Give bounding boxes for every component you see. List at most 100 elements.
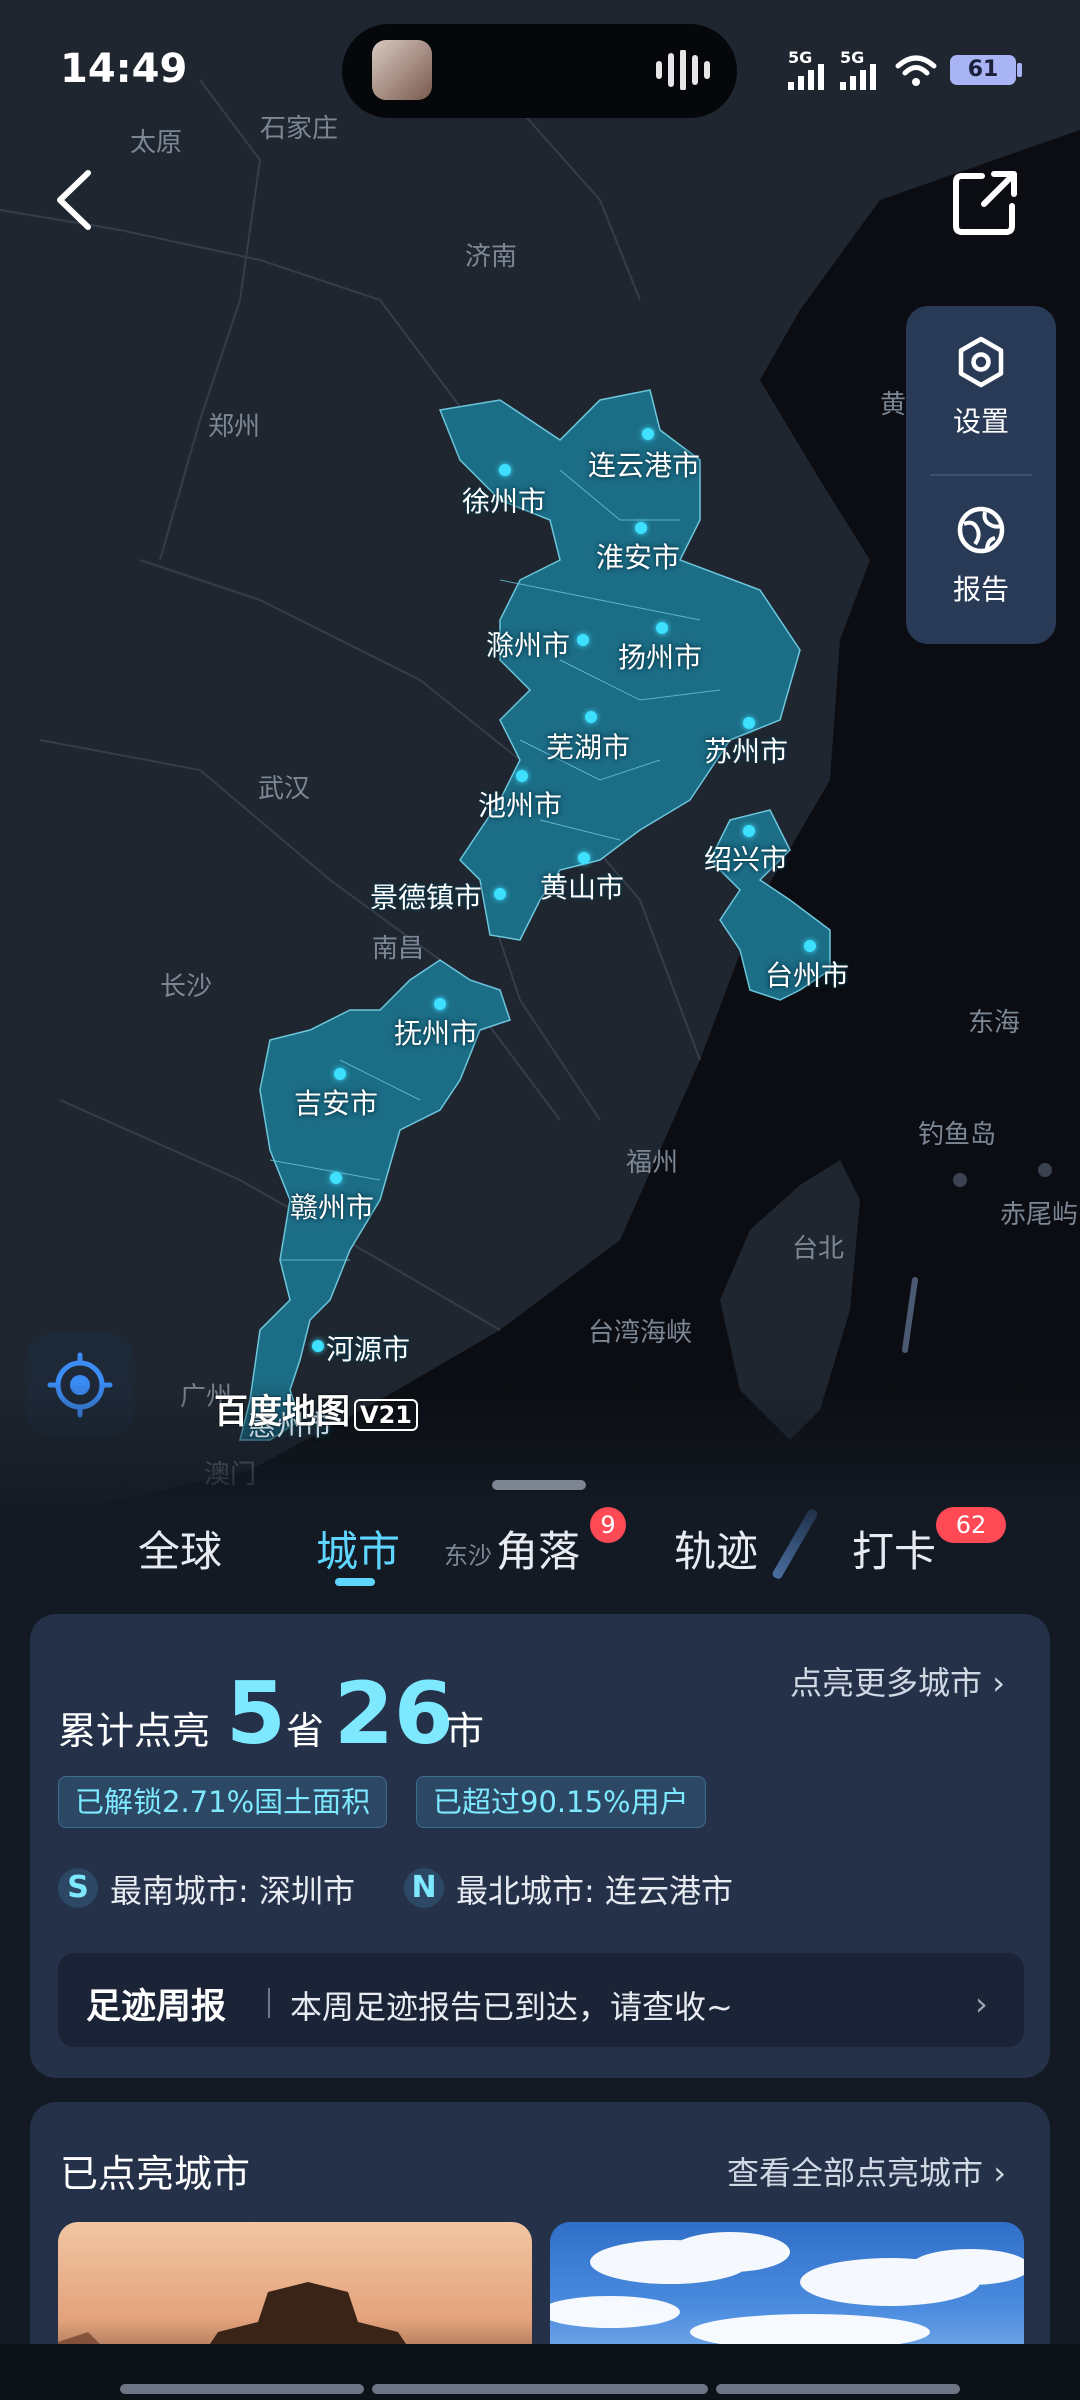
city-dot [434, 998, 446, 1010]
city-label-chuzhou[interactable]: 滁州市 [486, 624, 570, 664]
nav-pill-center[interactable] [372, 2384, 708, 2394]
logo-version: V21 [354, 1399, 418, 1431]
northernmost-city: 最北城市: 连云港市 [456, 1872, 733, 1910]
music-thumbnail[interactable] [372, 40, 432, 100]
view-all-label: 查看全部点亮城市 [727, 2154, 984, 2192]
weekly-divider [268, 1988, 270, 2018]
city-unit: 市 [446, 1709, 485, 1753]
weekly-report-title: 足迹周报 [86, 1987, 227, 2027]
tab-active-indicator [335, 1578, 375, 1586]
map-label-east-sea: 东海 [968, 1008, 1021, 1038]
light-more-cities-link[interactable]: 点亮更多城市 › [790, 1658, 1005, 1704]
tab-checkin[interactable]: 打卡 [852, 1518, 936, 1579]
city-dot [330, 1172, 342, 1184]
map-label-jinan: 济南 [465, 242, 518, 272]
map-canvas [0, 0, 1080, 1560]
map-label-wuhan: 武汉 [258, 774, 311, 804]
map-label-nanchang: 南昌 [372, 934, 425, 964]
report-button[interactable]: 报告 [906, 504, 1056, 608]
city-label-yangzhou[interactable]: 扬州市 [618, 636, 702, 676]
map-label-shijiazhuang: 石家庄 [260, 114, 339, 144]
chevron-right-icon: › [975, 1985, 988, 2023]
city-dot [312, 1340, 324, 1352]
southernmost-city: 最南城市: 深圳市 [110, 1872, 355, 1910]
city-label-heyuan[interactable]: 河源市 [326, 1328, 410, 1368]
map-label-taiwan-strait: 台湾海峡 [588, 1318, 693, 1348]
report-label: 报告 [952, 573, 1009, 606]
chevron-right-icon: › [982, 1664, 1005, 1702]
city-label-jingdezhen[interactable]: 景德镇市 [370, 876, 482, 916]
baidu-map-logo: 百度地图 V21 [214, 1384, 418, 1433]
city-label-jian[interactable]: 吉安市 [294, 1082, 378, 1122]
lit-cities-title: 已点亮城市 [60, 2152, 251, 2196]
city-dot [516, 770, 528, 782]
light-more-cities-label: 点亮更多城市 [790, 1664, 983, 1702]
lit-count-label: 累计点亮 [58, 1709, 211, 1753]
settings-icon [958, 336, 1004, 388]
side-panel: 设置 报告 [906, 306, 1056, 644]
city-label-shaoxing[interactable]: 绍兴市 [704, 838, 788, 878]
nav-pill-right[interactable] [716, 2384, 960, 2394]
back-icon[interactable] [50, 165, 100, 235]
tab-corner[interactable]: 角落 [496, 1518, 580, 1579]
city-label-wuhu[interactable]: 芜湖市 [546, 726, 630, 766]
drawer-handle[interactable] [492, 1480, 586, 1490]
tab-corner-badge: 9 [590, 1507, 626, 1543]
north-icon: N [404, 1868, 444, 1908]
city-dot [494, 888, 506, 900]
city-label-huangshan[interactable]: 黄山市 [540, 866, 624, 906]
city-dot [642, 428, 654, 440]
map-label-huang: 黄 [880, 390, 907, 420]
settings-button[interactable]: 设置 [906, 336, 1056, 440]
city-label-xuzhou[interactable]: 徐州市 [462, 480, 546, 520]
tab-track[interactable]: 轨迹 [674, 1518, 758, 1579]
city-label-lianyungang[interactable]: 连云港市 [588, 444, 700, 484]
chevron-right-icon: › [983, 2154, 1006, 2192]
signal-2-icon [840, 64, 876, 90]
city-dot [743, 717, 755, 729]
city-label-chizhou[interactable]: 池州市 [478, 784, 562, 824]
city-label-suzhou[interactable]: 苏州市 [704, 730, 788, 770]
status-time: 14:49 [60, 46, 188, 92]
map-label-diaoyu-island: 钓鱼岛 [918, 1120, 997, 1150]
city-dot [804, 940, 816, 952]
wifi-icon [895, 55, 937, 86]
settings-label: 设置 [952, 405, 1009, 438]
city-count: 26 [334, 1664, 454, 1764]
city-dot [743, 825, 755, 837]
city-label-taizhou[interactable]: 台州市 [765, 954, 849, 994]
map-label-chiwei-island: 赤尾屿 [1000, 1200, 1079, 1230]
signal-1-icon [788, 64, 824, 90]
nav-pill-left[interactable] [120, 2384, 364, 2394]
battery-indicator: 61 [950, 55, 1016, 85]
city-label-huaian[interactable]: 淮安市 [596, 536, 680, 576]
tab-checkin-badge: 62 [936, 1507, 1006, 1543]
weekly-report-text: 本周足迹报告已到达，请查收~ [290, 1988, 733, 2026]
city-dot [577, 634, 589, 646]
city-dot [334, 1068, 346, 1080]
city-label-fuzhou-jx[interactable]: 抚州市 [394, 1012, 478, 1052]
side-divider [930, 474, 1032, 476]
province-unit: 省 [286, 1709, 325, 1753]
share-icon[interactable] [950, 168, 1020, 238]
city-dot [499, 464, 511, 476]
map-view[interactable]: 太原 石家庄 济南 郑州 武汉 南昌 长沙 福州 台湾海峡 台北 东海 钓鱼岛 … [0, 0, 1080, 1560]
map-label-fuzhou: 福州 [626, 1148, 679, 1178]
map-label-zhengzhou: 郑州 [208, 412, 261, 442]
globe-icon [957, 506, 1005, 554]
map-label-changsha: 长沙 [160, 972, 213, 1002]
tab-global[interactable]: 全球 [138, 1518, 222, 1579]
province-count: 5 [226, 1664, 286, 1764]
city-dot [635, 522, 647, 534]
city-dot [578, 852, 590, 864]
map-label-taiyuan: 太原 [130, 128, 183, 158]
map-label-taipei: 台北 [792, 1234, 845, 1264]
city-label-ganzhou[interactable]: 赣州市 [290, 1186, 374, 1226]
tab-city[interactable]: 城市 [316, 1518, 400, 1579]
view-all-cities-link[interactable]: 查看全部点亮城市 › [727, 2148, 1006, 2194]
city-dot [585, 711, 597, 723]
audio-wave-icon [656, 50, 710, 90]
area-unlocked-badge: 已解锁2.71%国土面积 [58, 1776, 388, 1828]
battery-tip [1017, 63, 1022, 77]
south-icon: S [58, 1868, 98, 1908]
